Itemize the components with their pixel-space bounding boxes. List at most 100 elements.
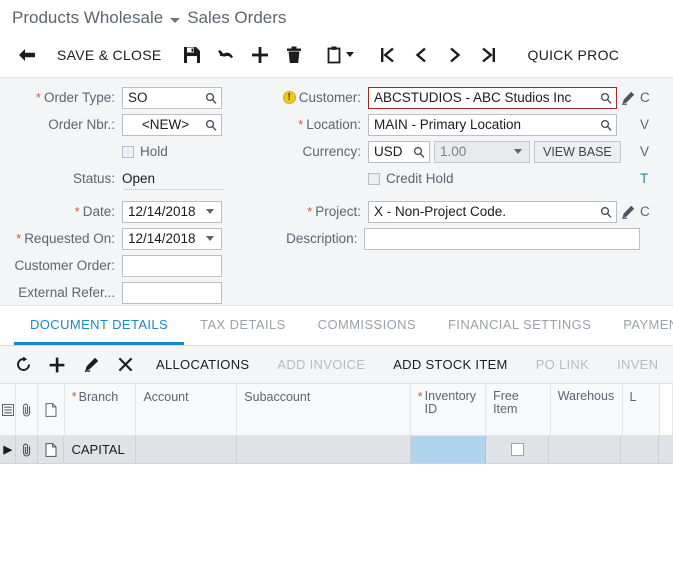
field-row-order-nbr: Order Nbr.: <NEW> — [0, 111, 255, 138]
currency-label: Currency: — [302, 144, 361, 159]
chevron-down-icon[interactable] — [170, 17, 181, 23]
checkbox-box[interactable] — [122, 145, 134, 158]
location-label: * Location: — [298, 117, 361, 132]
cell-branch[interactable]: CAPITAL — [64, 436, 137, 463]
undo-icon[interactable] — [209, 38, 243, 72]
cell-account[interactable] — [136, 436, 238, 463]
required-marker: * — [71, 389, 77, 404]
calendar-dropdown-icon[interactable] — [201, 236, 219, 241]
pencil-icon[interactable] — [74, 350, 108, 380]
search-icon[interactable] — [598, 206, 614, 218]
cell-warehouse[interactable] — [549, 436, 622, 463]
document-details-grid: * Branch Account Subaccount * Inventory … — [0, 384, 673, 464]
credit-hold-checkbox: Credit Hold — [368, 171, 454, 186]
back-arrow-icon[interactable] — [10, 38, 44, 72]
next-record-icon[interactable] — [438, 38, 472, 72]
breadcrumb-company[interactable]: Products Wholesale — [12, 8, 163, 28]
column-header-branch[interactable]: * Branch — [65, 384, 137, 435]
requested-on-value: 12/14/2018 — [128, 231, 196, 246]
chevron-down-icon[interactable] — [345, 52, 354, 57]
customer-value: ABCSTUDIOS - ABC Studios Inc — [374, 90, 572, 105]
refresh-icon[interactable] — [6, 350, 40, 380]
column-header-inventory-id[interactable]: * Inventory ID — [411, 384, 487, 435]
column-header-filler — [660, 384, 673, 435]
requested-on-input[interactable]: 12/14/2018 — [122, 227, 222, 250]
project-label: * Project: — [307, 204, 361, 219]
search-icon[interactable] — [598, 92, 614, 104]
currency-input[interactable]: USD — [368, 140, 430, 163]
note-icon — [38, 384, 65, 435]
tab-tax-details[interactable]: TAX DETAILS — [184, 306, 302, 345]
grid-settings-icon[interactable] — [0, 384, 17, 435]
date-value: 12/14/2018 — [128, 204, 196, 219]
close-x-icon[interactable] — [108, 350, 142, 380]
tab-commissions[interactable]: COMMISSIONS — [302, 306, 432, 345]
allocations-button[interactable]: ALLOCATIONS — [142, 357, 263, 372]
edit-project-icon[interactable] — [617, 205, 639, 219]
order-nbr-input[interactable]: <NEW> — [122, 113, 222, 136]
search-icon[interactable] — [203, 92, 219, 104]
free-item-checkbox[interactable] — [510, 443, 524, 456]
last-record-icon[interactable] — [472, 38, 506, 72]
cell-filler — [659, 436, 673, 463]
add-stock-item-button[interactable]: ADD STOCK ITEM — [379, 357, 521, 372]
column-header-subaccount[interactable]: Subaccount — [237, 384, 411, 435]
calendar-dropdown-icon[interactable] — [201, 209, 219, 214]
required-marker: * — [307, 204, 313, 219]
customer-input[interactable]: ABCSTUDIOS - ABC Studios Inc — [368, 86, 617, 109]
date-input[interactable]: 12/14/2018 — [122, 200, 222, 223]
column-header-account[interactable]: Account — [136, 384, 238, 435]
column-header-line[interactable]: L — [623, 384, 660, 435]
cell-line[interactable] — [621, 436, 659, 463]
breadcrumb-screen: Sales Orders — [187, 8, 287, 27]
order-type-input[interactable]: SO — [122, 86, 222, 109]
order-form: * Order Type: SO Order Nbr.: <NEW> Hold … — [0, 78, 673, 306]
description-input[interactable] — [364, 227, 640, 250]
trash-icon[interactable] — [277, 38, 311, 72]
cell-free-item[interactable] — [486, 436, 550, 463]
plus-icon[interactable] — [40, 350, 74, 380]
form-column-clipped: C V V T C — [640, 78, 673, 225]
field-row-location: * Location: MAIN - Primary Location — [255, 111, 640, 138]
edit-customer-icon[interactable] — [617, 91, 639, 105]
cell-subaccount[interactable] — [237, 436, 411, 463]
field-row-date: * Date: 12/14/2018 — [0, 198, 255, 225]
tab-payment-settings[interactable]: PAYMENT S — [607, 306, 673, 345]
project-value: X - Non-Project Code. — [374, 204, 507, 219]
location-input[interactable]: MAIN - Primary Location — [368, 113, 617, 136]
main-toolbar: SAVE & CLOSE QUICK PROC — [0, 32, 673, 78]
row-note-icon[interactable] — [38, 436, 65, 463]
tab-document-details[interactable]: DOCUMENT DETAILS — [14, 306, 185, 345]
clipped-label-3: V — [640, 144, 650, 159]
form-column-left: * Order Type: SO Order Nbr.: <NEW> Hold … — [0, 78, 255, 305]
search-icon[interactable] — [203, 119, 219, 131]
column-header-free-item[interactable]: Free Item — [486, 384, 551, 435]
paperclip-icon — [16, 384, 39, 435]
row-selector-icon[interactable]: ▶ — [0, 436, 17, 463]
column-header-warehouse[interactable]: Warehous — [551, 384, 623, 435]
first-record-icon[interactable] — [370, 38, 404, 72]
save-and-close-button[interactable]: SAVE & CLOSE — [44, 47, 175, 63]
required-marker: * — [298, 117, 304, 132]
description-label: Description: — [286, 231, 358, 246]
previous-record-icon[interactable] — [404, 38, 438, 72]
clipboard-icon[interactable] — [320, 38, 361, 72]
table-row[interactable]: ▶ CAPITAL — [0, 436, 673, 464]
required-marker: * — [417, 389, 423, 404]
search-icon[interactable] — [598, 119, 614, 131]
search-icon[interactable] — [411, 146, 427, 158]
hold-checkbox[interactable]: Hold — [122, 144, 168, 159]
view-base-button[interactable]: VIEW BASE — [534, 140, 621, 163]
breadcrumb: Products Wholesale Sales Orders — [0, 0, 673, 32]
quick-process-button[interactable]: QUICK PROC — [515, 47, 633, 63]
row-paperclip-icon[interactable] — [16, 436, 39, 463]
tab-financial-settings[interactable]: FINANCIAL SETTINGS — [432, 306, 607, 345]
required-marker: * — [74, 204, 80, 219]
cell-inventory-id[interactable] — [410, 436, 487, 463]
external-reference-input[interactable] — [122, 281, 222, 304]
save-disk-icon[interactable] — [175, 38, 209, 72]
customer-order-input[interactable] — [122, 254, 222, 277]
project-input[interactable]: X - Non-Project Code. — [368, 200, 617, 223]
plus-icon[interactable] — [243, 38, 277, 72]
currency-rate-value: 1.00 — [440, 144, 467, 159]
